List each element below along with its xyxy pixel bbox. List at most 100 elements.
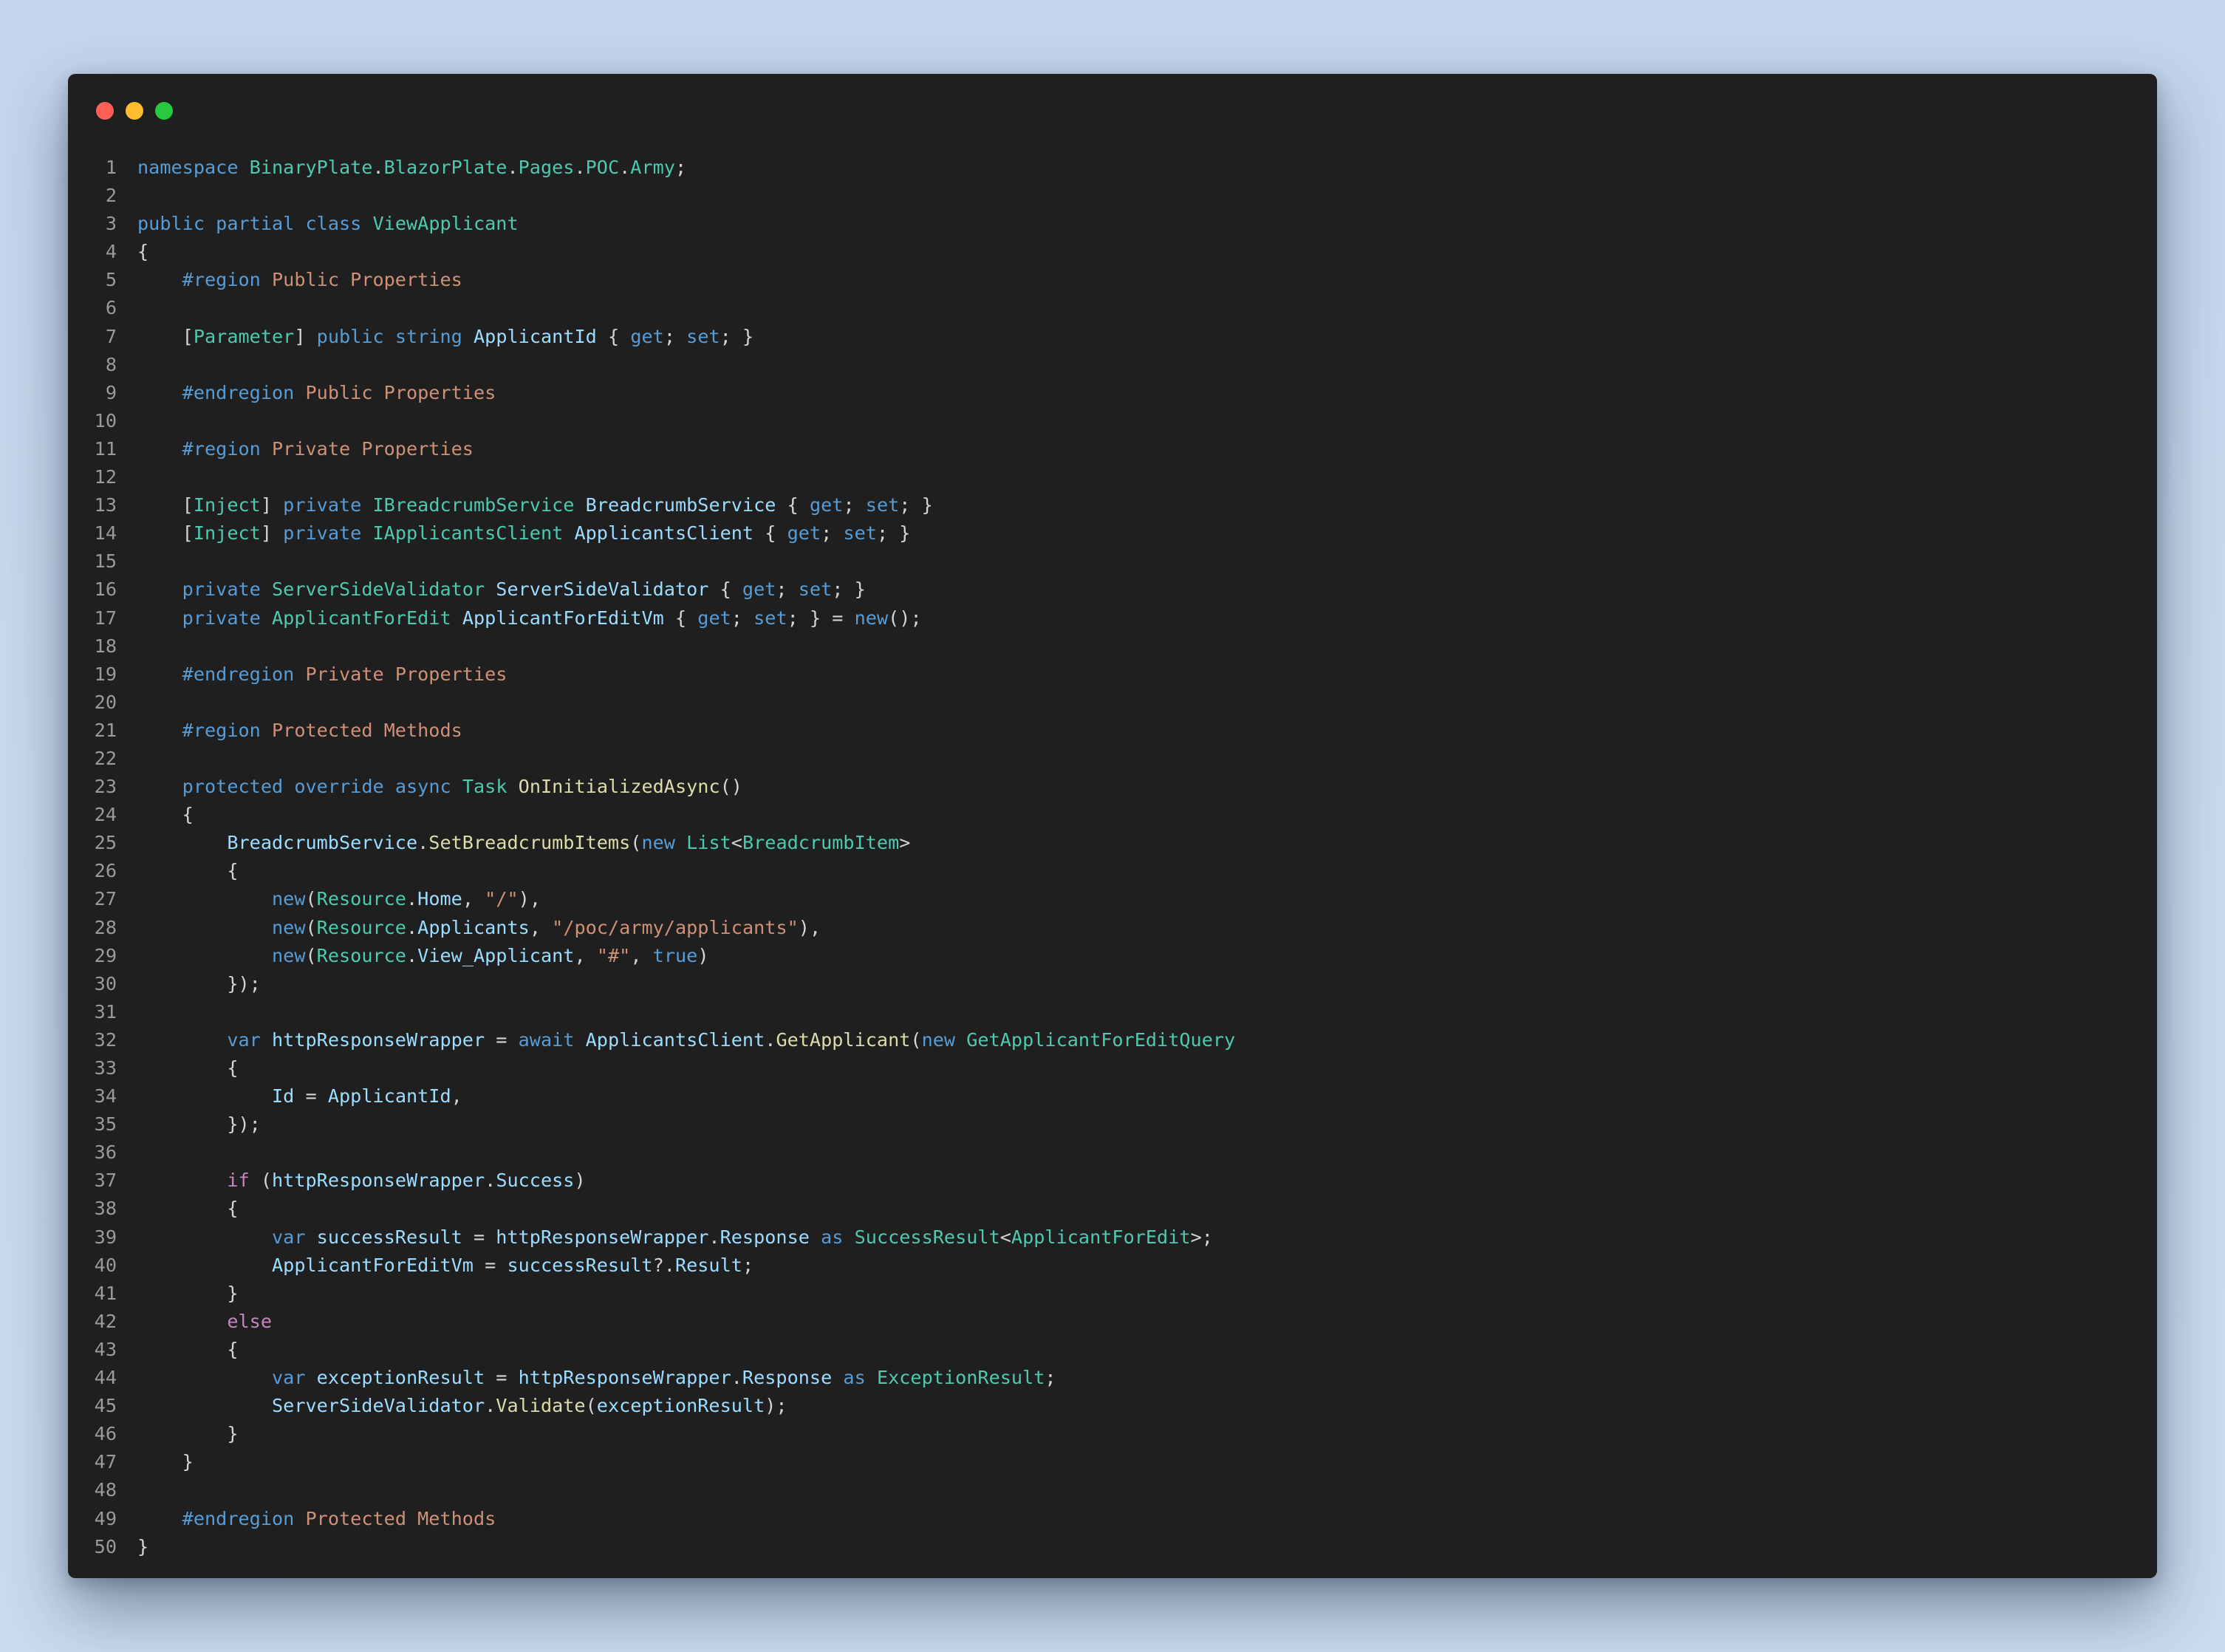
line-number: 26 [94, 860, 117, 882]
code-line: 26 { [68, 857, 1235, 885]
code-token: [ [137, 494, 194, 516]
code-token: Public Properties [272, 269, 462, 291]
line-number: 19 [94, 663, 117, 685]
code-token: } [137, 1423, 239, 1445]
code-token: { [137, 860, 239, 882]
code-token: SuccessResult [854, 1226, 1000, 1248]
code-token: (); [888, 607, 922, 629]
line-number: 21 [94, 719, 117, 741]
minimize-button[interactable] [126, 102, 143, 120]
code-token: GetApplicant [776, 1028, 911, 1051]
code-token: #region [182, 719, 261, 741]
code-token: new [271, 888, 306, 910]
code-token: Resource [316, 944, 406, 966]
maximize-button[interactable] [155, 102, 173, 120]
code-token: as [821, 1226, 844, 1248]
code-token: httpResponseWrapper [272, 1170, 485, 1192]
code-token: ( [585, 1395, 597, 1417]
code-token: IApplicantsClient [372, 522, 564, 545]
code-token: ] [294, 325, 317, 347]
code-token: { [137, 241, 149, 263]
code-token: #region [182, 269, 261, 291]
code-token: Resource [316, 916, 406, 938]
line-number: 46 [94, 1423, 117, 1445]
code-token: } [137, 1282, 239, 1304]
line-number: 33 [94, 1057, 117, 1079]
line-number: 8 [105, 353, 117, 375]
code-token: >; [1190, 1226, 1213, 1248]
code-line: 38 { [68, 1195, 1235, 1223]
code-line: 45 ServerSideValidator.Validate(exceptio… [68, 1392, 1235, 1420]
code-token: SetBreadcrumbItems [428, 832, 631, 854]
code-token: ApplicantsClient [574, 522, 754, 545]
code-token: Success [496, 1170, 575, 1192]
line-number: 40 [94, 1254, 117, 1276]
code-token: , [574, 944, 597, 966]
code-line: 7 [Parameter] public string ApplicantId … [68, 323, 1235, 351]
code-token: ApplicantId [474, 325, 597, 347]
code-token: ServerSideValidator [272, 578, 485, 601]
code-line: 17 private ApplicantForEdit ApplicantFor… [68, 604, 1235, 632]
code-token: new [921, 1028, 956, 1051]
code-token: ) [697, 944, 709, 966]
code-token: Response [720, 1226, 810, 1248]
code-token: { [137, 1057, 239, 1079]
code-token: ( [305, 944, 317, 966]
line-number: 49 [94, 1507, 117, 1529]
code-token: Public Properties [305, 381, 496, 403]
code-token: "/poc/army/applicants" [552, 916, 799, 938]
code-line: 10 [68, 407, 1235, 435]
code-line: 43 { [68, 1336, 1235, 1364]
code-token: . [406, 888, 418, 910]
code-line: 21 #region Protected Methods [68, 717, 1235, 745]
code-line: 39 var successResult = httpResponseWrapp… [68, 1223, 1235, 1252]
code-token: . [485, 1395, 496, 1417]
close-button[interactable] [96, 102, 114, 120]
code-token: #endregion [182, 381, 295, 403]
code-token: Response [742, 1367, 833, 1389]
code-token: successResult [316, 1226, 462, 1248]
code-token: private [182, 578, 261, 601]
code-token: async [394, 776, 451, 798]
code-token: ApplicantsClient [585, 1028, 765, 1051]
code-token: private [182, 607, 261, 629]
code-token: } [137, 1451, 194, 1473]
code-token: . [406, 916, 418, 938]
code-line: 35 }); [68, 1110, 1235, 1139]
code-line: 41 } [68, 1280, 1235, 1308]
code-token: { [137, 1198, 239, 1220]
line-number: 45 [94, 1395, 117, 1417]
code-line: 34 Id = ApplicantId, [68, 1082, 1235, 1110]
code-token: namespace [137, 157, 239, 178]
code-editor[interactable]: 1 namespace BinaryPlate.BlazorPlate.Pages… [68, 154, 1236, 1561]
code-line: 14 [Inject] private IApplicantsClient Ap… [68, 519, 1235, 547]
code-token: , [630, 944, 653, 966]
code-token: ; [663, 325, 687, 347]
code-token: var [227, 1028, 261, 1051]
code-token: . [574, 157, 586, 178]
code-token: httpResponseWrapper [518, 1367, 731, 1389]
code-token: () [720, 776, 742, 798]
code-token: ExceptionResult [876, 1367, 1045, 1389]
code-line: 8 [68, 351, 1235, 379]
code-line: 23 protected override async Task OnIniti… [68, 773, 1235, 801]
line-number: 9 [105, 381, 117, 403]
code-token: = [462, 1226, 496, 1248]
code-line: 13 [Inject] private IBreadcrumbService B… [68, 491, 1235, 519]
line-number: 31 [94, 1000, 117, 1023]
